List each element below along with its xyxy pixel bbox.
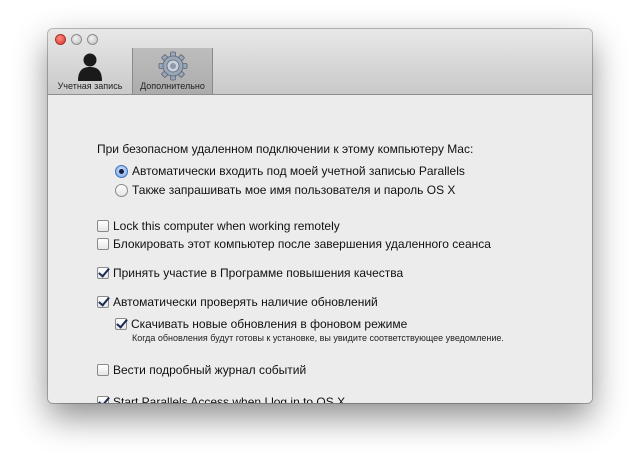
checkbox-unchecked[interactable] bbox=[97, 364, 109, 376]
window-controls bbox=[55, 34, 98, 45]
checkbox-quality-program[interactable]: Принять участие в Программе повышения ка… bbox=[97, 266, 403, 280]
radio-ask-credentials[interactable]: Также запрашивать мое имя пользователя и… bbox=[115, 183, 455, 197]
remote-connection-heading: При безопасном удаленном подключении к э… bbox=[97, 142, 474, 156]
minimize-window-button[interactable] bbox=[71, 34, 82, 45]
tab-account[interactable]: Учетная запись bbox=[48, 48, 132, 94]
checkbox-block-after-session[interactable]: Блокировать этот компьютер после заверше… bbox=[97, 237, 491, 251]
close-window-button[interactable] bbox=[55, 34, 66, 45]
preferences-window: Учетная запись Дополнительно При безопас… bbox=[48, 29, 592, 403]
radio-button[interactable] bbox=[115, 183, 128, 197]
tab-advanced[interactable]: Дополнительно bbox=[132, 48, 213, 94]
checkbox-unchecked[interactable] bbox=[97, 238, 109, 250]
zoom-window-button[interactable] bbox=[87, 34, 98, 45]
tab-account-label: Учетная запись bbox=[57, 81, 123, 91]
tab-advanced-label: Дополнительно bbox=[140, 81, 205, 91]
gear-icon bbox=[158, 51, 187, 81]
checkbox-unchecked[interactable] bbox=[97, 220, 109, 232]
checkbox-checked[interactable] bbox=[97, 396, 109, 403]
advanced-settings-pane: При безопасном удаленном подключении к э… bbox=[48, 95, 592, 403]
checkbox-start-on-login[interactable]: Start Parallels Access when I log in to … bbox=[97, 395, 345, 403]
checkbox-download-updates[interactable]: Скачивать новые обновления в фоновом реж… bbox=[115, 317, 407, 331]
radio-button-selected[interactable] bbox=[115, 164, 128, 178]
checkbox-detailed-log[interactable]: Вести подробный журнал событий bbox=[97, 363, 306, 377]
checkbox-checked[interactable] bbox=[97, 267, 109, 279]
checkbox-lock-computer[interactable]: Lock this computer when working remotely bbox=[97, 219, 340, 233]
checkbox-checked[interactable] bbox=[115, 318, 127, 330]
user-silhouette-icon bbox=[78, 53, 102, 81]
checkbox-check-updates[interactable]: Автоматически проверять наличие обновлен… bbox=[97, 295, 378, 309]
radio-auto-login[interactable]: Автоматически входить под моей учетной з… bbox=[115, 164, 465, 178]
download-updates-note: Когда обновления будут готовы к установк… bbox=[132, 333, 504, 343]
checkbox-checked[interactable] bbox=[97, 296, 109, 308]
toolbar: Учетная запись Дополнительно bbox=[48, 29, 592, 95]
